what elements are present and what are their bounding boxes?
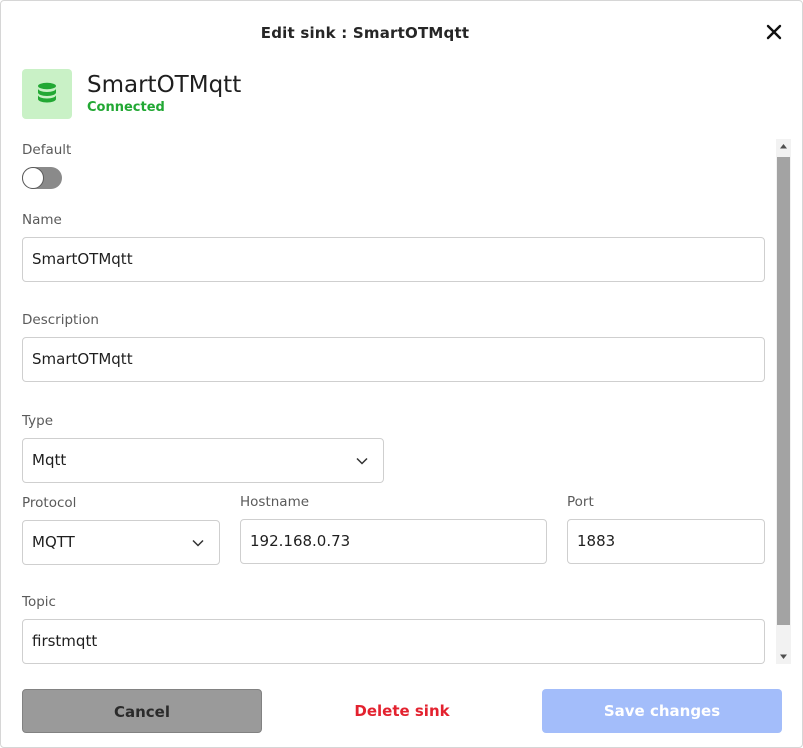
hostname-label: Hostname xyxy=(240,494,310,510)
sink-name: SmartOTMqtt xyxy=(87,72,242,98)
cancel-button[interactable]: Cancel xyxy=(22,689,262,733)
type-select-value: Mqtt xyxy=(32,451,67,469)
sink-icon-tile xyxy=(22,69,72,119)
type-select[interactable]: Mqtt xyxy=(22,438,384,483)
type-label: Type xyxy=(22,413,54,429)
default-label: Default xyxy=(22,142,72,158)
port-label: Port xyxy=(567,494,594,510)
save-changes-button[interactable]: Save changes xyxy=(542,689,782,733)
triangle-up-icon xyxy=(780,144,787,149)
chevron-down-icon xyxy=(192,539,204,547)
protocol-select-value: MQTT xyxy=(32,533,75,551)
name-input[interactable]: SmartOTMqtt xyxy=(22,237,765,282)
triangle-down-icon xyxy=(780,654,787,659)
delete-sink-button[interactable]: Delete sink xyxy=(282,689,522,733)
name-label: Name xyxy=(22,212,62,228)
protocol-label: Protocol xyxy=(22,495,77,511)
description-label: Description xyxy=(22,312,99,328)
description-input[interactable]: SmartOTMqtt xyxy=(22,337,765,382)
toggle-knob xyxy=(22,167,44,189)
close-button[interactable] xyxy=(763,21,785,43)
port-input[interactable]: 1883 xyxy=(567,519,765,564)
chevron-down-icon xyxy=(356,457,368,465)
form-scrollbar[interactable] xyxy=(776,139,791,664)
connection-status: Connected xyxy=(87,100,165,115)
hostname-input[interactable]: 192.168.0.73 xyxy=(240,519,547,564)
dialog-title: Edit sink : SmartOTMqtt xyxy=(260,24,470,42)
scroll-up-button[interactable] xyxy=(776,139,791,154)
protocol-select[interactable]: MQTT xyxy=(22,520,220,565)
edit-sink-dialog: Edit sink : SmartOTMqtt SmartOTMqtt Conn… xyxy=(0,0,803,748)
topic-input[interactable]: firstmqtt xyxy=(22,619,765,664)
default-toggle[interactable] xyxy=(22,167,62,189)
scrollbar-thumb[interactable] xyxy=(777,157,790,625)
scroll-down-button[interactable] xyxy=(776,649,791,664)
topic-label: Topic xyxy=(22,594,56,610)
database-icon xyxy=(38,82,56,103)
close-icon xyxy=(766,24,782,40)
form-scroll-area: Default Name SmartOTMqtt Description Sma… xyxy=(1,139,791,664)
